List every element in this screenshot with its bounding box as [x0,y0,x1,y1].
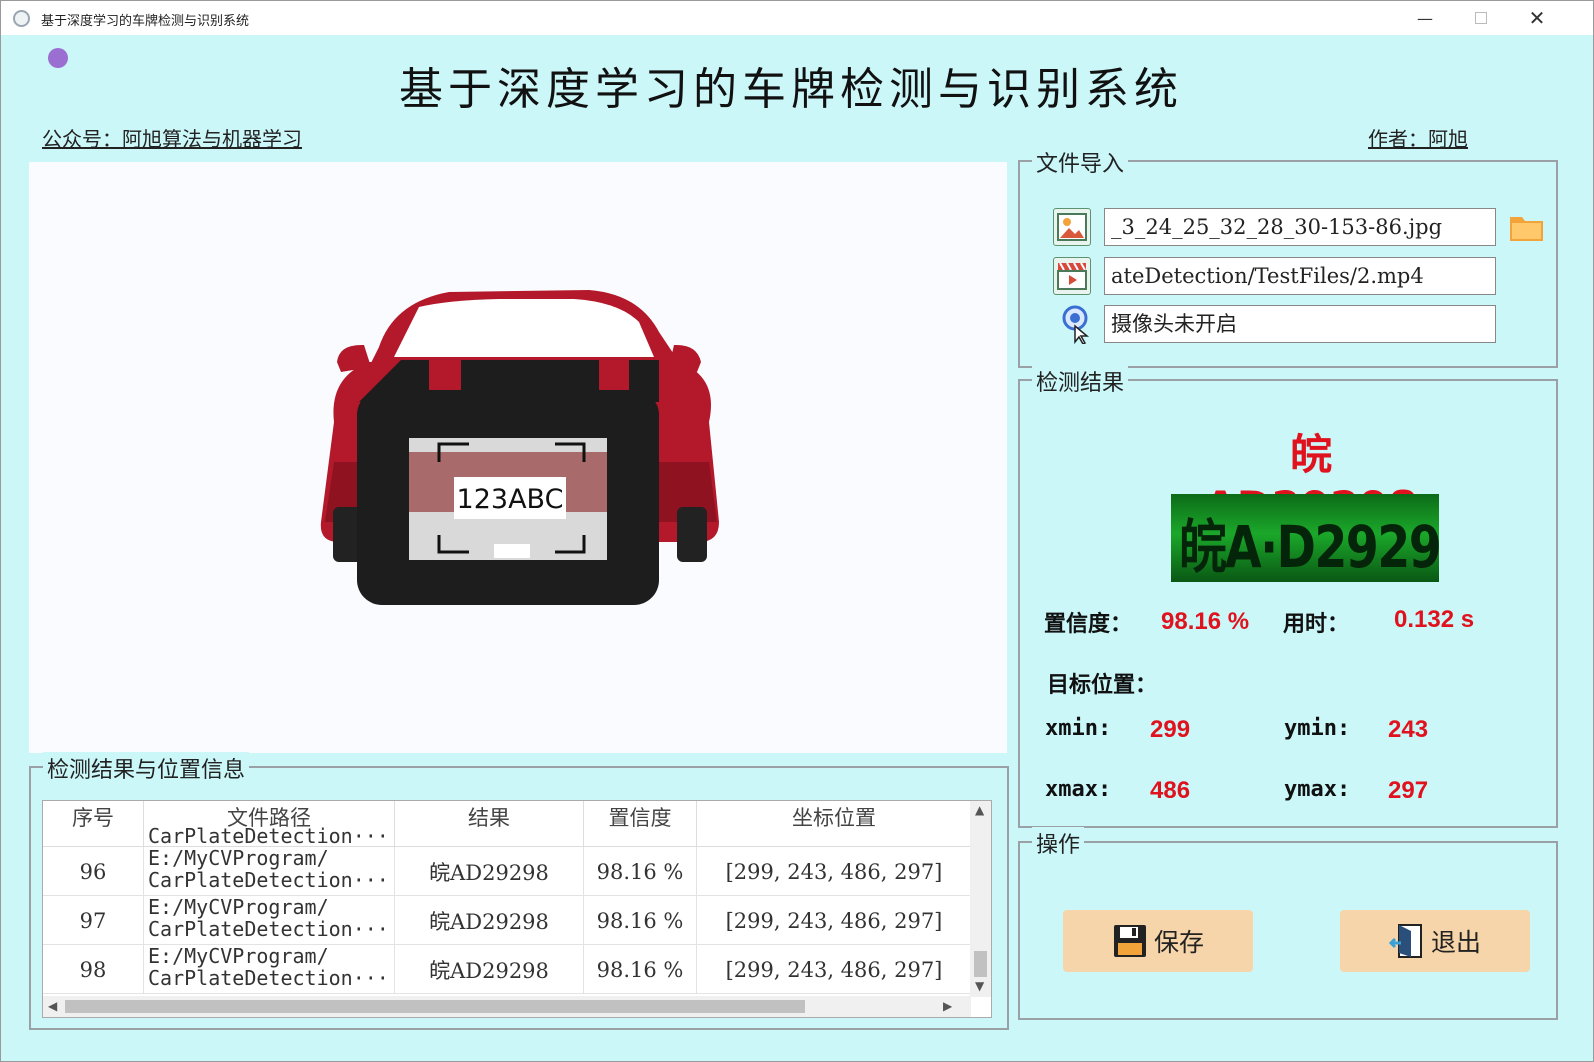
column-header-position[interactable]: 坐标位置 [697,801,971,847]
table-row[interactable]: 98 E:/MyCVProgram/ CarPlateDetection··· … [43,945,971,994]
video-path-field[interactable]: ateDetection/TestFiles/2.mp4 [1104,257,1496,295]
vertical-scroll-thumb[interactable] [974,951,987,977]
xmax-value: 486 [1150,777,1191,804]
cell-path-line2: CarPlateDetection··· [148,917,389,941]
window-title: 基于深度学习的车牌检测与识别系统 [41,14,250,29]
scroll-up-icon[interactable]: ▲ [975,803,984,817]
minimize-icon: — [1417,8,1433,28]
table-title: 检测结果与位置信息 [43,752,250,784]
ymin-label: ymin: [1284,716,1351,741]
cell-path: E:/MyCVProgram/ CarPlateDetection··· [144,896,395,945]
app-window: 基于深度学习的车牌检测与识别系统 — ✕ 基于深度学习的车牌检测与识别系统 公众… [0,0,1594,1062]
public-account-link[interactable]: 公众号：阿旭算法与机器学习 [42,123,302,152]
exit-button[interactable]: 退出 [1340,910,1530,972]
exit-label: 退出 [1430,928,1481,957]
cell-result: 皖AD29298 [395,847,584,896]
close-icon: ✕ [1528,6,1546,30]
cell-path: E:/MyCVProgram/ CarPlateDetection··· [144,945,395,994]
camera-status-field: 摄像头未开启 [1104,305,1496,343]
operations-title: 操作 [1032,827,1085,859]
cell-position: [299, 243, 486, 297] [725,908,943,933]
ymax-label: ymax: [1284,777,1351,802]
exit-icon [1388,924,1422,958]
cell-index: 96 [43,847,144,896]
minimize-button[interactable]: — [1397,1,1453,35]
cell-confidence: 98.16 % [584,945,697,994]
scroll-right-icon[interactable]: ▶ [943,999,952,1013]
cell-path-line1: E:/MyCVProgram/ [148,846,329,870]
table-header: 序号 文件路径 结果 置信度 坐标位置 CarPlateDetection··· [43,801,971,847]
results-table[interactable]: 序号 文件路径 结果 置信度 坐标位置 CarPlateDetection···… [42,800,992,1018]
close-button[interactable]: ✕ [1509,1,1565,35]
ymin-value: 243 [1388,716,1429,743]
cell-position: [299, 243, 486, 297] [725,957,943,982]
cell-index: 97 [43,896,144,945]
cell-path-line1: E:/MyCVProgram/ [148,895,329,919]
table-row[interactable]: 97 E:/MyCVProgram/ CarPlateDetection··· … [43,896,971,945]
cell-confidence: 98.16 % [584,847,697,896]
image-display: 123ABC [29,162,1007,753]
cell-path-line1: E:/MyCVProgram/ [148,944,329,968]
title-bar: 基于深度学习的车牌检测与识别系统 — ✕ [1,1,1593,35]
xmin-value: 299 [1150,716,1191,743]
cell-result: 皖AD29298 [395,945,584,994]
xmax-label: xmax: [1045,777,1112,802]
save-icon [1113,925,1146,957]
confidence-label: 置信度： [1044,611,1133,637]
author-link[interactable]: 作者：阿旭 [1368,123,1468,152]
cell-path-line2: CarPlateDetection··· [148,966,389,990]
cell-path-line2: CarPlateDetection··· [148,868,389,892]
video-icon[interactable] [1053,257,1091,295]
partial-row-path: CarPlateDetection··· [148,825,389,847]
cell-position: [299, 243, 486, 297] [725,859,943,884]
cell-result: 皖AD29298 [395,896,584,945]
maximize-icon [1475,12,1487,24]
position-label: 目标位置： [1047,672,1158,698]
column-header-index[interactable]: 序号 [43,801,144,847]
column-header-result[interactable]: 结果 [395,801,584,847]
image-icon[interactable] [1053,208,1091,246]
cell-confidence: 98.16 % [584,896,697,945]
column-header-confidence[interactable]: 置信度 [584,801,697,847]
page-title: 基于深度学习的车牌检测与识别系统 [399,64,1183,115]
maximize-button[interactable] [1453,1,1509,35]
plate-label: 123ABC [457,484,564,515]
file-import-title: 文件导入 [1032,146,1129,178]
plate-crop-text: 皖A·D29298 [1179,513,1439,581]
horizontal-scrollbar[interactable]: ◀ ▶ [43,996,971,1017]
ymax-value: 297 [1388,777,1429,804]
time-label: 用时： [1283,611,1350,637]
time-value: 0.132 s [1394,606,1475,633]
car-illustration: 123ABC [320,290,719,605]
vertical-scrollbar[interactable]: ▲ ▼ [970,801,991,997]
folder-icon[interactable] [1508,208,1546,246]
cell-path: E:/MyCVProgram/ CarPlateDetection··· [144,847,395,896]
xmin-label: xmin: [1045,716,1112,741]
app-icon [13,10,30,27]
detection-result-title: 检测结果 [1032,365,1129,397]
scroll-down-icon[interactable]: ▼ [975,979,984,993]
horizontal-scroll-thumb[interactable] [65,1000,805,1013]
cell-index: 98 [43,945,144,994]
table-row[interactable]: 96 E:/MyCVProgram/ CarPlateDetection··· … [43,847,971,896]
camera-icon[interactable] [1056,305,1094,344]
plate-crop-image: 皖A·D29298 [1171,494,1439,582]
save-button[interactable]: 保存 [1063,910,1253,972]
image-path-field[interactable]: _3_24_25_32_28_30-153-86.jpg [1104,208,1496,246]
confidence-value: 98.16 % [1161,608,1250,635]
save-label: 保存 [1153,928,1204,957]
scroll-left-icon[interactable]: ◀ [48,999,57,1013]
status-dot [48,48,68,68]
